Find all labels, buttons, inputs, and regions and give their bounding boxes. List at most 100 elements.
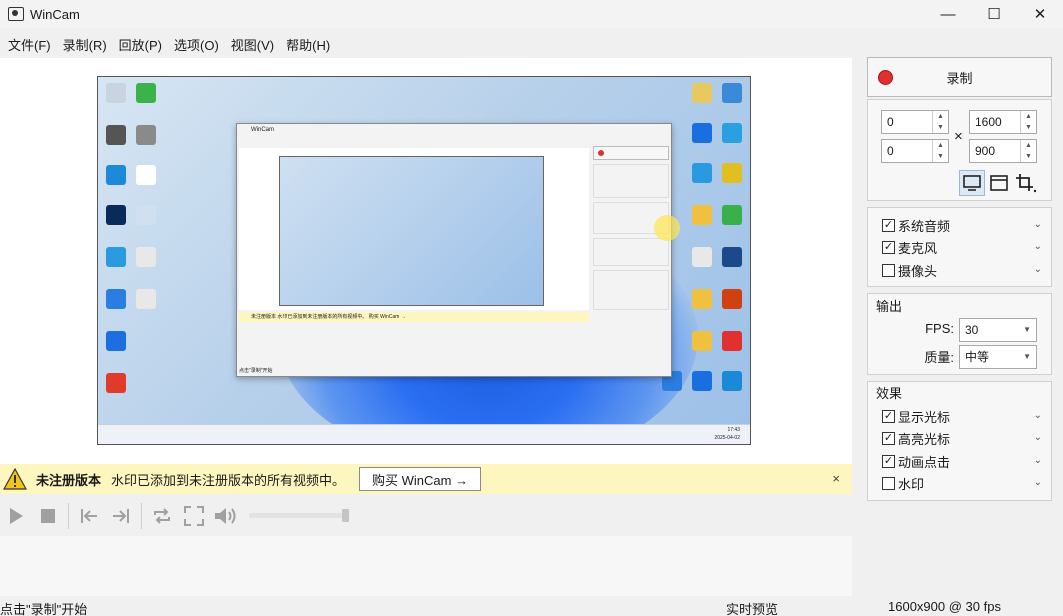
desktop-icon bbox=[106, 165, 126, 185]
minimize-button[interactable]: — bbox=[925, 0, 971, 28]
desktop-icon bbox=[106, 205, 126, 225]
system-audio-label: 系统音频 bbox=[898, 218, 951, 234]
banner-close-button[interactable]: × bbox=[832, 471, 840, 486]
menu-options[interactable]: 选项(O) bbox=[168, 35, 225, 54]
show-cursor-checkbox[interactable]: ✓ bbox=[882, 409, 895, 423]
highlight-cursor-label: 高亮光标 bbox=[898, 431, 951, 447]
crop-icon[interactable] bbox=[1013, 170, 1039, 196]
chevron-down-icon[interactable]: ⌄ bbox=[1034, 455, 1042, 466]
desktop-icon bbox=[136, 83, 156, 103]
desktop-icon bbox=[106, 83, 126, 103]
status-bar: 点击"录制"开始 实时预览 1600x900 @ 30 fps bbox=[0, 598, 1063, 616]
stop-icon[interactable] bbox=[32, 500, 64, 532]
watermark-checkbox[interactable] bbox=[882, 476, 895, 490]
desktop-icon bbox=[692, 289, 712, 309]
window-title: WinCam bbox=[30, 6, 80, 22]
watermark-row[interactable]: 水印 ⌄ bbox=[882, 474, 1042, 492]
menu-bar: 文件(F) 录制(R) 回放(P) 选项(O) 视图(V) 帮助(H) bbox=[0, 32, 336, 56]
fullscreen-icon[interactable] bbox=[178, 500, 210, 532]
chevron-down-icon[interactable]: ⌄ bbox=[1034, 264, 1042, 275]
play-icon[interactable] bbox=[0, 500, 32, 532]
desktop-icon bbox=[106, 331, 126, 351]
menu-view[interactable]: 视图(V) bbox=[225, 35, 280, 54]
region-height-input[interactable]: 900 ▲ ▼ bbox=[969, 139, 1037, 163]
menu-playback[interactable]: 回放(P) bbox=[113, 35, 168, 54]
microphone-label: 麦克风 bbox=[898, 240, 938, 256]
title-bar: WinCam — ☐ ✕ bbox=[0, 0, 1063, 28]
show-cursor-label: 显示光标 bbox=[898, 409, 951, 425]
times-symbol: × bbox=[954, 128, 963, 145]
fps-select[interactable]: 30 ▼ bbox=[959, 318, 1037, 342]
status-resolution: 1600x900 @ 30 fps bbox=[888, 599, 1001, 614]
desktop-icon bbox=[692, 331, 712, 351]
divider bbox=[141, 503, 142, 529]
record-button[interactable]: 录制 bbox=[867, 57, 1052, 97]
loop-icon[interactable] bbox=[146, 500, 178, 532]
divider bbox=[68, 503, 69, 529]
effects-group: 效果 ✓ 显示光标 ⌄ ✓ 高亮光标 ⌄ ✓ 动画点击 ⌄ 水印 ⌄ bbox=[867, 381, 1052, 501]
cursor-highlight bbox=[654, 215, 680, 241]
desktop-icon bbox=[722, 371, 742, 391]
desktop-icon bbox=[692, 163, 712, 183]
volume-icon[interactable] bbox=[210, 500, 242, 532]
region-y-input[interactable]: 0 ▲ ▼ bbox=[881, 139, 949, 163]
taskbar-date: 2025-04-02 bbox=[714, 435, 740, 441]
menu-file[interactable]: 文件(F) bbox=[2, 35, 57, 54]
highlight-cursor-checkbox[interactable]: ✓ bbox=[882, 431, 895, 445]
output-title: 输出 bbox=[876, 299, 903, 314]
monitor-icon[interactable] bbox=[959, 170, 985, 196]
nested-wincam-window: WinCam 未注册版本 水印已添加到未注册版本的所有视频中。 购买 WinCa… bbox=[236, 123, 672, 377]
region-x-input[interactable]: 0 ▲ ▼ bbox=[881, 110, 949, 134]
playback-controls bbox=[0, 498, 852, 534]
chevron-down-icon[interactable]: ⌄ bbox=[1034, 410, 1042, 421]
menu-record[interactable]: 录制(R) bbox=[57, 35, 113, 54]
show-cursor-row[interactable]: ✓ 显示光标 ⌄ bbox=[882, 407, 1042, 425]
animate-click-checkbox[interactable]: ✓ bbox=[882, 454, 895, 468]
taskbar-time: 17:43 bbox=[727, 427, 740, 433]
microphone-row[interactable]: ✓ 麦克风 ⌄ bbox=[882, 238, 1042, 256]
timeline-area bbox=[0, 536, 852, 596]
status-mode: 实时预览 bbox=[726, 602, 779, 616]
chevron-down-icon[interactable]: ⌄ bbox=[1034, 241, 1042, 252]
warning-icon bbox=[3, 468, 27, 490]
highlight-cursor-row[interactable]: ✓ 高亮光标 ⌄ bbox=[882, 429, 1042, 447]
desktop-icon bbox=[722, 163, 742, 183]
volume-slider-handle[interactable] bbox=[342, 509, 349, 522]
chevron-down-icon[interactable]: ⌄ bbox=[1034, 219, 1042, 230]
quality-select[interactable]: 中等 ▼ bbox=[959, 345, 1037, 369]
menu-help[interactable]: 帮助(H) bbox=[280, 35, 336, 54]
desktop-icon bbox=[136, 125, 156, 145]
system-audio-checkbox[interactable]: ✓ bbox=[882, 218, 895, 232]
skip-end-icon[interactable] bbox=[105, 500, 137, 532]
quality-label: 质量: bbox=[924, 350, 954, 365]
system-audio-row[interactable]: ✓ 系统音频 ⌄ bbox=[882, 216, 1042, 234]
desktop-icon bbox=[136, 165, 156, 185]
maximize-button[interactable]: ☐ bbox=[971, 0, 1017, 28]
animate-click-label: 动画点击 bbox=[898, 454, 951, 470]
buy-wincam-button[interactable]: 购买 WinCam → bbox=[359, 467, 482, 491]
desktop-icon bbox=[692, 83, 712, 103]
desktop-icon bbox=[106, 125, 126, 145]
region-width-input[interactable]: 1600 ▲ ▼ bbox=[969, 110, 1037, 134]
microphone-checkbox[interactable]: ✓ bbox=[882, 240, 895, 254]
chevron-down-icon[interactable]: ⌄ bbox=[1034, 477, 1042, 488]
desktop-icon bbox=[692, 371, 712, 391]
desktop-icon bbox=[692, 123, 712, 143]
animate-click-row[interactable]: ✓ 动画点击 ⌄ bbox=[882, 452, 1042, 470]
fps-label: FPS: bbox=[925, 321, 954, 336]
banner-message: 水印已添加到未注册版本的所有视频中。 bbox=[111, 472, 346, 488]
close-button[interactable]: ✕ bbox=[1017, 0, 1063, 28]
desktop-icon bbox=[106, 247, 126, 267]
live-preview-screen: WinCam 未注册版本 水印已添加到未注册版本的所有视频中。 购买 WinCa… bbox=[97, 76, 751, 445]
camera-row[interactable]: 摄像头 ⌄ bbox=[882, 261, 1042, 279]
banner-title: 未注册版本 bbox=[36, 472, 102, 488]
record-label: 录制 bbox=[946, 70, 973, 86]
output-group: 输出 FPS: 30 ▼ 质量: 中等 ▼ bbox=[867, 293, 1052, 375]
nested-status: 点击"录制"开始 bbox=[239, 368, 273, 374]
volume-slider[interactable] bbox=[249, 509, 349, 522]
desktop-icon bbox=[692, 205, 712, 225]
camera-checkbox[interactable] bbox=[882, 263, 895, 277]
skip-start-icon[interactable] bbox=[73, 500, 105, 532]
chevron-down-icon[interactable]: ⌄ bbox=[1034, 432, 1042, 443]
window-icon[interactable] bbox=[986, 170, 1012, 196]
